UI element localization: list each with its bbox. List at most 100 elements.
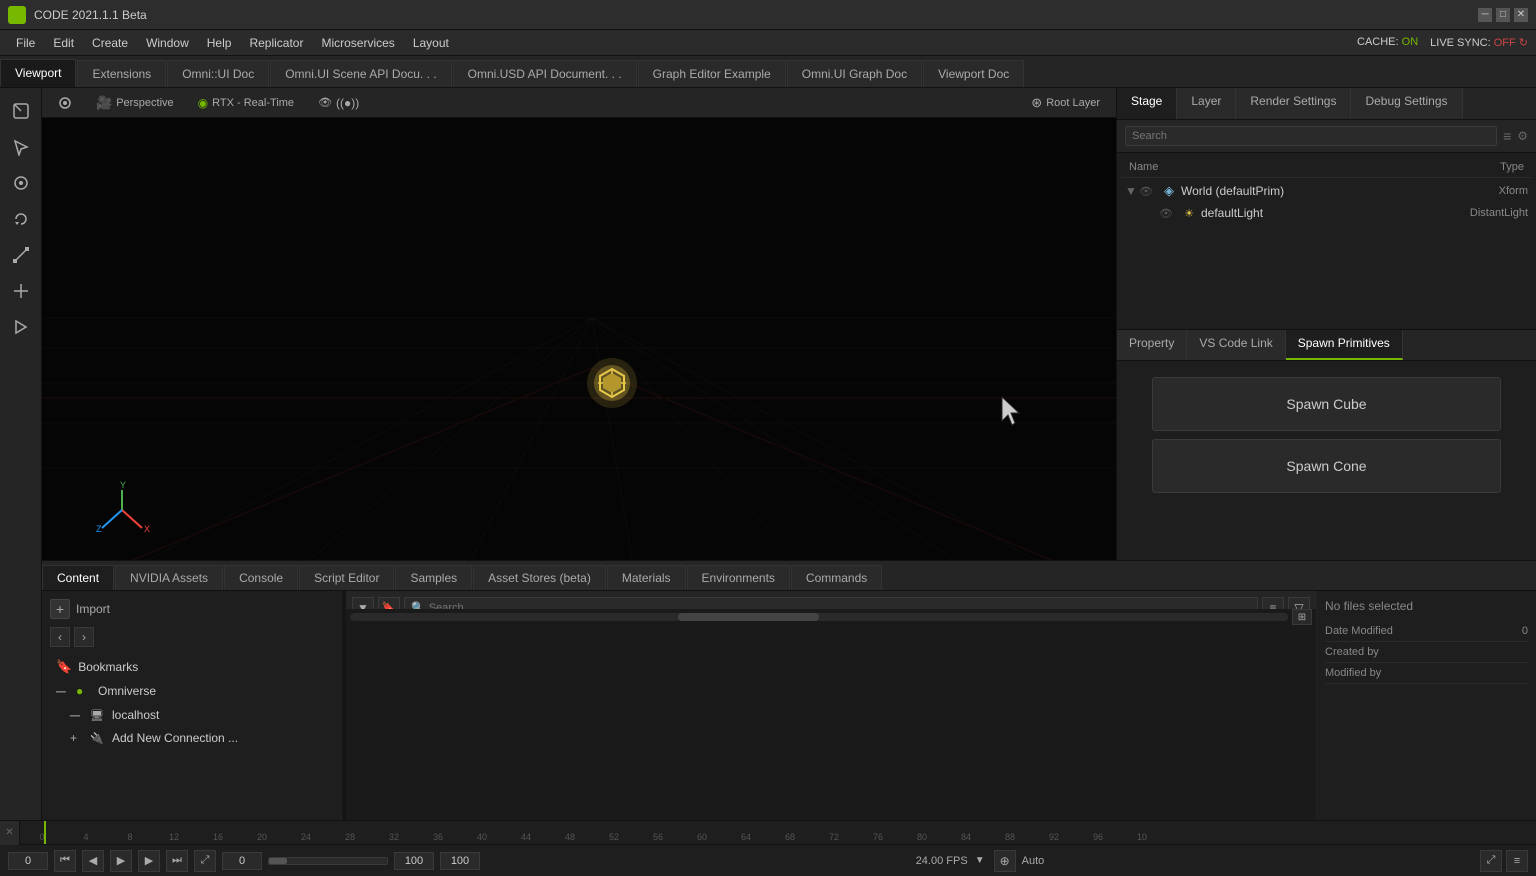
tab-materials[interactable]: Materials — [607, 565, 686, 590]
tree-item-default-light[interactable]: ▷ 👁 ☀ defaultLight DistantLight — [1121, 202, 1532, 224]
play-button[interactable] — [6, 312, 36, 342]
fps-display: 24.00 FPS ▼ — [916, 853, 988, 869]
right-bottom-tabs: Property VS Code Link Spawn Primitives — [1117, 329, 1536, 361]
tab-graph-editor[interactable]: Graph Editor Example — [638, 60, 786, 87]
frame-end-input[interactable] — [394, 852, 434, 870]
tab-environments[interactable]: Environments — [687, 565, 790, 590]
timeline-close-button[interactable]: ✕ — [0, 821, 20, 845]
minimize-button[interactable]: ─ — [1478, 8, 1492, 22]
scale-tool-button[interactable] — [6, 240, 36, 270]
menu-microservices[interactable]: Microservices — [313, 33, 402, 53]
tab-render-settings[interactable]: Render Settings — [1236, 88, 1351, 119]
eye-toggle-light[interactable]: 👁 — [1159, 207, 1177, 220]
tab-property[interactable]: Property — [1117, 330, 1187, 360]
rtx-button[interactable]: ◉ RTX - Real-Time — [190, 93, 302, 113]
spawn-cube-button[interactable]: Spawn Cube — [1152, 377, 1500, 431]
tab-asset-stores[interactable]: Asset Stores (beta) — [473, 565, 606, 590]
nav-forward-button[interactable]: › — [74, 627, 94, 647]
tab-nvidia-assets[interactable]: NVIDIA Assets — [115, 565, 223, 590]
date-modified-row: Date Modified 0 — [1325, 621, 1528, 642]
content-body: + Import ‹ › 🔖 Bookmarks ─ — [42, 591, 1536, 820]
menu-create[interactable]: Create — [84, 33, 136, 53]
gizmo-tool-button[interactable] — [6, 276, 36, 306]
frame-end2-input[interactable] — [440, 852, 480, 870]
loop-button[interactable]: ⤢ — [194, 850, 216, 872]
perspective-button[interactable]: 🎥 Perspective — [88, 92, 182, 114]
app-title: CODE 2021.1.1 Beta — [34, 8, 1478, 22]
tree-item-world[interactable]: ▼ 👁 ◈ World (defaultPrim) Xform — [1121, 180, 1532, 202]
tab-vs-code-link[interactable]: VS Code Link — [1187, 330, 1285, 360]
tab-debug-settings[interactable]: Debug Settings — [1351, 88, 1462, 119]
cursor-indicator — [994, 393, 1030, 436]
menu-layout[interactable]: Layout — [405, 33, 457, 53]
sidebar-localhost[interactable]: ─ 🖥 localhost — [50, 703, 333, 727]
menu-file[interactable]: File — [8, 33, 43, 53]
frame-start-input[interactable] — [8, 852, 48, 870]
tl-num-8: 8 — [108, 832, 152, 842]
skip-start-button[interactable]: ⏮ — [54, 850, 76, 872]
tab-extensions[interactable]: Extensions — [77, 60, 166, 87]
settings-icon: ⚙ — [1517, 129, 1528, 143]
created-by-row: Created by — [1325, 642, 1528, 663]
menu-replicator[interactable]: Replicator — [241, 33, 311, 53]
close-button[interactable]: ✕ — [1514, 8, 1528, 22]
tab-commands[interactable]: Commands — [791, 565, 882, 590]
layer-button[interactable]: ⊛ Root Layer — [1023, 92, 1108, 114]
spawn-cone-button[interactable]: Spawn Cone — [1152, 439, 1500, 493]
tl-num-60: 60 — [680, 832, 724, 842]
skip-end-button[interactable]: ⏭ — [166, 850, 188, 872]
fps-dropdown-button[interactable]: ▼ — [972, 853, 988, 869]
eye-button[interactable]: 👁 ((●)) — [310, 93, 367, 113]
nav-back-button[interactable]: ‹ — [50, 627, 70, 647]
viewport-canvas[interactable]: Y X Z — [42, 118, 1116, 560]
tab-content[interactable]: Content — [42, 565, 114, 590]
tab-spawn-primitives[interactable]: Spawn Primitives — [1286, 330, 1403, 360]
spawn-panel: Spawn Cube Spawn Cone — [1117, 361, 1536, 561]
layer-icon: ⊛ — [1031, 95, 1042, 111]
tl-num-88: 88 — [988, 832, 1032, 842]
menu-edit[interactable]: Edit — [45, 33, 82, 53]
eye-toggle-world[interactable]: 👁 — [1139, 185, 1157, 198]
menubar: File Edit Create Window Help Replicator … — [0, 30, 1536, 56]
add-import-button[interactable]: + — [50, 599, 70, 619]
date-modified-label: Date Modified — [1325, 625, 1393, 637]
timeline-scrubber[interactable] — [268, 857, 388, 865]
svg-text:Y: Y — [120, 480, 126, 490]
tab-viewport[interactable]: Viewport — [0, 59, 76, 87]
tab-layer[interactable]: Layer — [1177, 88, 1236, 119]
rotate-tool-button[interactable] — [6, 204, 36, 234]
sidebar-omniverse[interactable]: ─ ● Omniverse — [50, 679, 333, 703]
app-icon — [8, 6, 26, 24]
tl-num-72: 72 — [812, 832, 856, 842]
tab-samples[interactable]: Samples — [395, 565, 472, 590]
menu-help[interactable]: Help — [199, 33, 240, 53]
sidebar-add-connection[interactable]: + 🔌 Add New Connection ... — [50, 727, 333, 749]
tab-viewport-doc[interactable]: Viewport Doc — [923, 60, 1024, 87]
sidebar-bookmarks[interactable]: 🔖 Bookmarks — [50, 655, 333, 679]
viewport-settings-button[interactable] — [50, 93, 80, 113]
tab-stage[interactable]: Stage — [1117, 88, 1177, 119]
timeline-settings-button[interactable]: ≡ — [1506, 850, 1528, 872]
tab-script-editor[interactable]: Script Editor — [299, 565, 394, 590]
tab-console[interactable]: Console — [224, 565, 298, 590]
tab-omni-graph[interactable]: Omni.UI Graph Doc — [787, 60, 922, 87]
arrow-tool-button[interactable] — [6, 132, 36, 162]
tab-omni-ui-scene[interactable]: Omni.UI Scene API Docu. . . — [270, 60, 451, 87]
next-frame-button[interactable]: ▶ — [138, 850, 160, 872]
transform-tool-button[interactable] — [6, 168, 36, 198]
menu-window[interactable]: Window — [138, 33, 197, 53]
keyframe-button[interactable]: ⊕ — [994, 850, 1016, 872]
expand-timeline-button[interactable]: ⤢ — [1480, 850, 1502, 872]
current-frame-input[interactable] — [222, 852, 262, 870]
prev-frame-button[interactable]: ◀ — [82, 850, 104, 872]
live-sync-label: LIVE SYNC: OFF ↻ — [1430, 36, 1528, 49]
light-item-name: defaultLight — [1201, 206, 1408, 220]
maximize-button[interactable]: □ — [1496, 8, 1510, 22]
auto-label: Auto — [1022, 855, 1045, 867]
stage-search-input[interactable] — [1125, 126, 1497, 146]
grid-view-button[interactable]: ⊞ — [1292, 609, 1312, 625]
play-pause-button[interactable]: ▶ — [110, 850, 132, 872]
select-tool-button[interactable] — [6, 96, 36, 126]
tab-omni-ui-doc[interactable]: Omni::UI Doc — [167, 60, 269, 87]
tab-omni-usd-api[interactable]: Omni.USD API Document. . . — [453, 60, 637, 87]
